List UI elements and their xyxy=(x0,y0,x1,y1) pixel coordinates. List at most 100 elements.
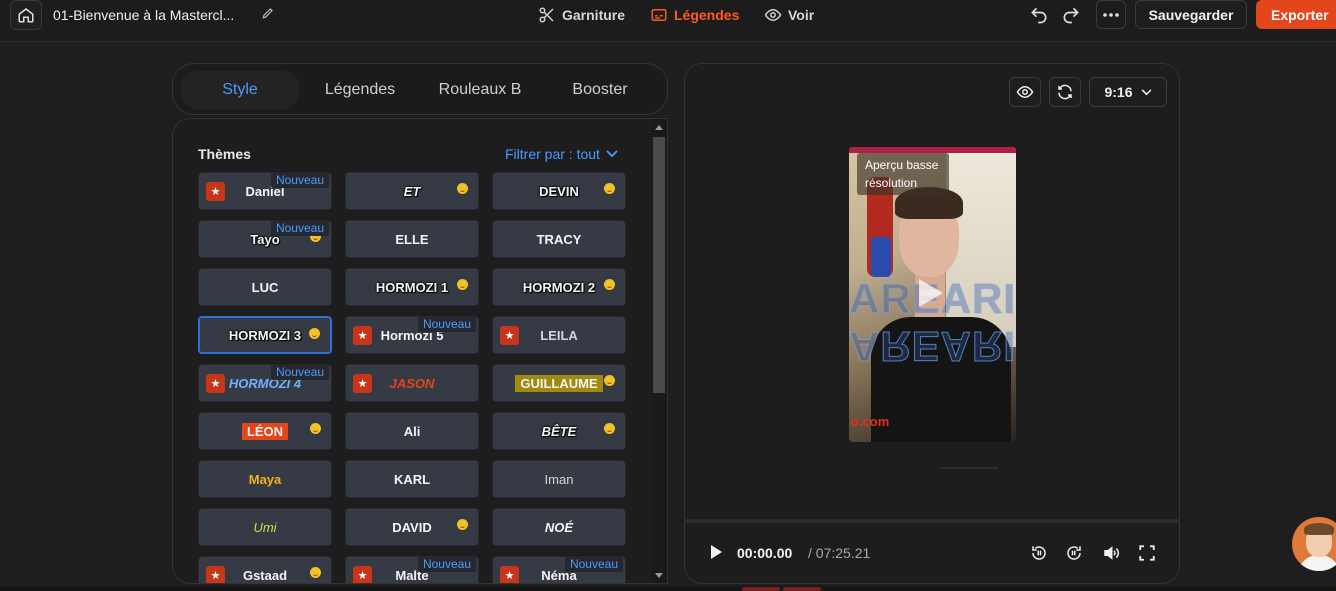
total-time: / 07:25.21 xyxy=(808,545,871,561)
avatar-body xyxy=(1298,555,1336,571)
new-badge: Nouveau xyxy=(564,556,623,572)
support-avatar[interactable] xyxy=(1292,517,1336,571)
theme-card[interactable]: ET xyxy=(345,172,479,210)
eye-icon xyxy=(764,8,782,22)
redo-icon[interactable] xyxy=(1059,3,1083,27)
forward-button[interactable] xyxy=(1065,544,1083,562)
nav-voir-label: Voir xyxy=(788,7,815,23)
preview-panel: 9:16 AREARI AREARI o.com Aperçu basse ré… xyxy=(684,63,1180,584)
emoji-icon xyxy=(457,519,468,530)
nav-voir[interactable]: Voir xyxy=(764,5,814,25)
rewind-button[interactable] xyxy=(1030,544,1048,562)
theme-label: Umi xyxy=(253,519,277,535)
theme-card[interactable]: ★ Néma Nouveau xyxy=(492,556,626,583)
theme-label: HORMOZI 1 xyxy=(375,279,449,295)
theme-card[interactable]: BÊTE xyxy=(492,412,626,450)
theme-card[interactable]: ★ Daniel Nouveau xyxy=(198,172,332,210)
theme-label: TRACY xyxy=(536,231,582,247)
export-button[interactable]: Exporter xyxy=(1256,0,1336,29)
preview-visibility-button[interactable] xyxy=(1009,77,1041,107)
theme-card[interactable]: DAVID xyxy=(345,508,479,546)
theme-label: JASON xyxy=(389,375,435,391)
scroll-down-icon[interactable] xyxy=(655,573,663,578)
theme-card[interactable]: HORMOZI 2 xyxy=(492,268,626,306)
aspect-ratio-dropdown[interactable]: 9:16 xyxy=(1089,77,1167,107)
avatar-hair xyxy=(1304,523,1334,535)
project-title[interactable]: 01-Bienvenue à la Mastercl... xyxy=(53,7,234,23)
video-figure-decoration-2 xyxy=(871,237,891,277)
fullscreen-button[interactable] xyxy=(1138,544,1156,562)
current-time: 00:00.00 xyxy=(737,545,793,561)
forward-icon xyxy=(1067,546,1081,560)
theme-label: HORMOZI 3 xyxy=(228,327,302,343)
captions-icon xyxy=(651,9,667,21)
preview-divider xyxy=(940,467,998,469)
theme-card[interactable]: LÉON xyxy=(198,412,332,450)
theme-card[interactable]: ELLE xyxy=(345,220,479,258)
theme-card[interactable]: GUILLAUME xyxy=(492,364,626,402)
theme-card[interactable]: ★ Hormozi 5 Nouveau xyxy=(345,316,479,354)
star-icon: ★ xyxy=(206,566,225,583)
tab-legendes[interactable]: Légendes xyxy=(301,71,419,109)
star-icon: ★ xyxy=(500,566,519,583)
tab-style[interactable]: Style xyxy=(181,71,299,109)
timeline-progress[interactable] xyxy=(685,519,1179,523)
theme-card[interactable]: DEVIN xyxy=(492,172,626,210)
nav-garniture[interactable]: Garniture xyxy=(538,5,625,25)
ellipsis-icon xyxy=(1103,12,1119,17)
player-controls: 00:00.00 / 07:25.21 xyxy=(685,534,1179,574)
theme-card[interactable]: Maya xyxy=(198,460,332,498)
theme-card[interactable]: ★ Gstaad xyxy=(198,556,332,583)
themes-heading: Thèmes xyxy=(198,146,251,162)
theme-card[interactable]: ★ JASON xyxy=(345,364,479,402)
theme-label: LÉON xyxy=(241,422,289,440)
emoji-icon xyxy=(457,279,468,290)
theme-label: Iman xyxy=(544,471,574,487)
theme-card[interactable]: ★ HORMOZI 4 Nouveau xyxy=(198,364,332,402)
theme-label: KARL xyxy=(393,471,431,487)
theme-card[interactable]: Umi xyxy=(198,508,332,546)
theme-label: ET xyxy=(403,183,421,199)
tab-booster[interactable]: Booster xyxy=(541,71,659,109)
star-icon: ★ xyxy=(500,326,519,345)
emoji-icon xyxy=(309,328,320,339)
new-badge: Nouveau xyxy=(270,364,329,380)
play-overlay-icon[interactable] xyxy=(919,279,943,307)
play-icon xyxy=(711,545,722,559)
theme-card[interactable]: LUC xyxy=(198,268,332,306)
theme-card[interactable]: ★ Malte Nouveau xyxy=(345,556,479,583)
theme-card[interactable]: HORMOZI 1 xyxy=(345,268,479,306)
volume-button[interactable] xyxy=(1101,544,1121,562)
theme-label: LEILA xyxy=(540,327,578,343)
pencil-icon[interactable] xyxy=(261,6,275,25)
home-icon xyxy=(18,8,34,23)
nav-legendes[interactable]: Légendes xyxy=(650,5,739,25)
undo-icon[interactable] xyxy=(1027,3,1051,27)
scroll-up-icon[interactable] xyxy=(655,125,663,130)
refresh-icon xyxy=(1058,84,1072,100)
nav-legendes-label: Légendes xyxy=(674,7,740,23)
theme-card[interactable]: KARL xyxy=(345,460,479,498)
home-button[interactable] xyxy=(10,0,42,30)
more-options-button[interactable] xyxy=(1096,0,1126,29)
theme-card[interactable]: TRACY xyxy=(492,220,626,258)
play-button[interactable] xyxy=(709,544,723,560)
emoji-icon xyxy=(457,183,468,194)
scrollbar-thumb[interactable] xyxy=(653,137,665,393)
rewind-icon xyxy=(1032,546,1046,560)
save-button[interactable]: Sauvegarder xyxy=(1135,0,1247,29)
tab-rouleaux-b[interactable]: Rouleaux B xyxy=(421,71,539,109)
star-icon: ★ xyxy=(206,182,225,201)
theme-card[interactable]: HORMOZI 3 xyxy=(198,316,332,354)
theme-card[interactable]: Tayo Nouveau xyxy=(198,220,332,258)
refresh-button[interactable] xyxy=(1049,77,1081,107)
theme-label: Gstaad xyxy=(242,567,288,583)
theme-card[interactable]: Ali xyxy=(345,412,479,450)
emoji-icon xyxy=(604,423,615,434)
theme-card[interactable]: NOÉ xyxy=(492,508,626,546)
theme-card[interactable]: Iman xyxy=(492,460,626,498)
theme-card[interactable]: ★ LEILA xyxy=(492,316,626,354)
filter-dropdown[interactable]: Filtrer par : tout xyxy=(505,146,618,162)
video-preview[interactable]: AREARI AREARI o.com Aperçu basse résolut… xyxy=(849,147,1016,442)
theme-label: DEVIN xyxy=(539,183,579,199)
